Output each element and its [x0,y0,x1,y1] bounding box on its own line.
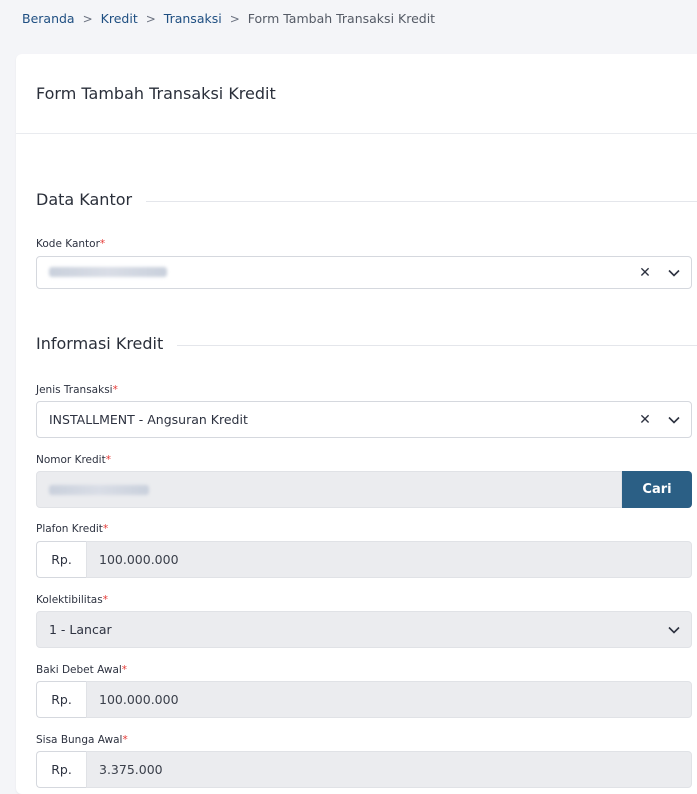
breadcrumb-transaksi[interactable]: Transaksi [164,11,222,26]
jenis-transaksi-value: INSTALLMENT - Angsuran Kredit [49,412,248,427]
kode-kantor-label: Kode Kantor* [36,238,106,250]
breadcrumb: Beranda > Kredit > Transaksi > Form Tamb… [22,11,435,26]
divider [146,201,697,202]
divider [177,345,697,346]
nomor-kredit-group: Cari [36,471,692,508]
plafon-kredit-label: Plafon Kredit* [36,523,109,535]
breadcrumb-separator: > [145,11,156,26]
currency-prefix: Rp. [36,751,86,788]
baki-debet-awal-label: Baki Debet Awal* [36,664,128,676]
sisa-bunga-awal-label: Sisa Bunga Awal* [36,734,128,746]
x-icon[interactable]: ✕ [633,412,657,428]
currency-prefix: Rp. [36,541,86,578]
jenis-transaksi-label: Jenis Transaksi* [36,384,118,396]
breadcrumb-separator: > [82,11,93,26]
chevron-down-icon[interactable] [657,269,691,277]
x-icon[interactable]: ✕ [633,265,657,281]
kolektibilitas-select[interactable]: 1 - Lancar [36,611,692,648]
kode-kantor-value-redacted [49,265,633,280]
kolektibilitas-label: Kolektibilitas* [36,594,108,606]
nomor-kredit-input[interactable] [36,471,622,508]
chevron-down-icon[interactable] [657,626,691,634]
sisa-bunga-awal-group: Rp. 3.375.000 [36,751,692,788]
form-card: Form Tambah Transaksi Kredit Data Kantor… [16,54,697,794]
page-title: Form Tambah Transaksi Kredit [16,54,697,134]
baki-debet-awal-group: Rp. 100.000.000 [36,681,692,718]
plafon-kredit-input[interactable]: 100.000.000 [86,541,692,578]
kolektibilitas-value: 1 - Lancar [49,622,112,637]
nomor-kredit-label: Nomor Kredit* [36,454,111,466]
section-title: Data Kantor [36,190,133,209]
section-title: Informasi Kredit [36,334,164,353]
currency-prefix: Rp. [36,681,86,718]
breadcrumb-separator: > [229,11,240,26]
section-informasi-kredit: Informasi Kredit [36,334,697,353]
chevron-down-icon[interactable] [657,416,691,424]
redacted-value [49,267,167,277]
jenis-transaksi-select[interactable]: INSTALLMENT - Angsuran Kredit ✕ [36,401,692,438]
breadcrumb-current: Form Tambah Transaksi Kredit [247,11,436,26]
sisa-bunga-awal-input[interactable]: 3.375.000 [86,751,692,788]
breadcrumb-kredit[interactable]: Kredit [101,11,138,26]
baki-debet-awal-input[interactable]: 100.000.000 [86,681,692,718]
redacted-value [49,484,149,495]
section-data-kantor: Data Kantor [36,190,697,209]
cari-button[interactable]: Cari [622,471,692,508]
breadcrumb-beranda[interactable]: Beranda [22,11,75,26]
kode-kantor-select[interactable]: ✕ [36,256,692,289]
plafon-kredit-group: Rp. 100.000.000 [36,541,692,578]
